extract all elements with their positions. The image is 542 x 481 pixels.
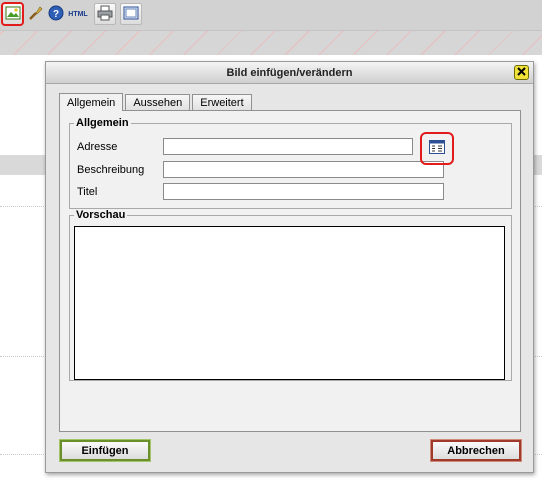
clean-brush-button[interactable] (26, 5, 44, 23)
help-icon: ? (48, 5, 64, 24)
browse-file-list-icon (429, 140, 445, 157)
description-label: Beschreibung (77, 164, 145, 176)
description-input[interactable] (163, 161, 444, 178)
address-input[interactable] (163, 138, 413, 155)
print-button[interactable] (94, 3, 116, 25)
preview-legend: Vorschau (74, 209, 128, 221)
close-icon (517, 66, 526, 79)
insert-image-icon (5, 5, 21, 24)
print-icon (97, 5, 113, 24)
fullscreen-button[interactable] (120, 3, 142, 25)
title-label: Titel (77, 186, 98, 198)
general-legend: Allgemein (74, 117, 131, 129)
address-label: Adresse (77, 141, 118, 153)
insert-image-button[interactable] (1, 2, 24, 26)
dialog-titlebar[interactable]: Bild einfügen/verändern (46, 62, 533, 84)
cancel-button[interactable]: Abbrechen (430, 439, 522, 462)
editor-toolbar: ? HTML (0, 0, 542, 31)
help-button[interactable]: ? (47, 5, 65, 23)
clean-brush-icon (27, 5, 43, 24)
fullscreen-icon (123, 5, 139, 24)
tab-general[interactable]: Allgemein (59, 93, 124, 111)
tab-appearance[interactable]: Aussehen (125, 94, 191, 111)
svg-text:?: ? (53, 9, 59, 20)
html-source-icon: HTML (68, 10, 88, 18)
close-button[interactable] (514, 65, 529, 80)
preview-area (74, 226, 505, 380)
title-input[interactable] (163, 183, 444, 200)
browse-button[interactable] (420, 132, 454, 165)
tab-bar: Allgemein Aussehen Erweitert (59, 93, 252, 111)
tab-advanced[interactable]: Erweitert (192, 94, 252, 111)
dialog-title: Bild einfügen/verändern (226, 66, 353, 79)
html-source-button[interactable]: HTML (66, 5, 90, 23)
image-dialog: Bild einfügen/verändern Allgemein Ausseh… (45, 61, 534, 473)
insert-button[interactable]: Einfügen (59, 439, 151, 462)
